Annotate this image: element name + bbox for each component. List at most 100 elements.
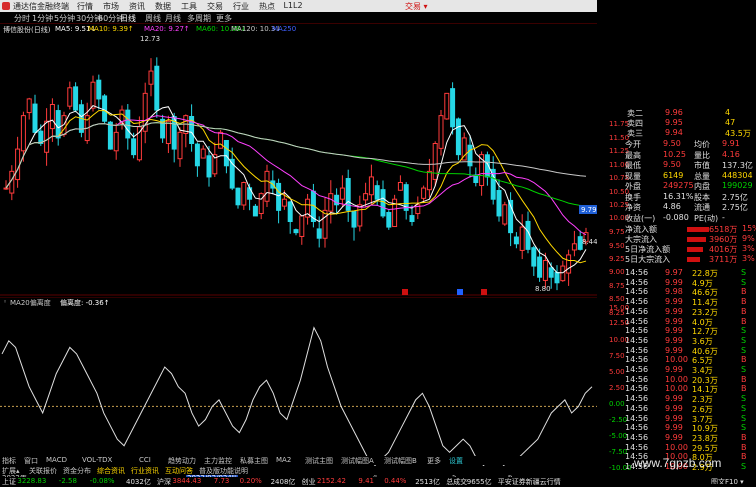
indicator-tab[interactable]: 指标 (2, 456, 16, 465)
candle (299, 215, 305, 245)
event-marker-icon[interactable] (457, 289, 463, 295)
candle (212, 142, 218, 178)
tick-price: 9.99 (665, 345, 683, 355)
tick-time: 14:56 (625, 403, 649, 413)
tick-price: 9.99 (665, 394, 683, 404)
tick-side: S (741, 394, 747, 404)
indicator-tab[interactable]: MA2 (276, 456, 291, 464)
stat-value: 9.91 (722, 139, 740, 148)
tick-time: 14:56 (625, 442, 649, 452)
stat-row: 换手 16.31% 股本 2.75亿 (597, 192, 756, 203)
candle (397, 175, 403, 191)
extension-tab[interactable]: 行业资讯 (131, 466, 159, 475)
tick-price: 10.00 (665, 442, 688, 452)
period-tab[interactable]: 更多 (216, 13, 232, 24)
extension-tab[interactable]: 扩展▴ (2, 466, 20, 475)
ask-volume: 43.5万 (725, 129, 751, 138)
oscillator-icon: ◦ (3, 298, 8, 306)
menu-item[interactable]: 数据 (150, 1, 176, 12)
tick-time: 14:56 (625, 316, 649, 326)
current-price-value: 9.79 (581, 206, 597, 214)
tick-side: B (741, 306, 747, 316)
tick-price: 9.99 (665, 413, 683, 423)
candle (519, 214, 525, 260)
indicator-tab[interactable]: 测试幅图A (341, 456, 374, 465)
price-marker-label: 8.44 (582, 238, 597, 246)
window-title: 通达信金融终端 (13, 2, 69, 11)
menu-item[interactable]: 市场 (98, 1, 124, 12)
extension-tab[interactable]: 综合资讯 (97, 466, 125, 475)
period-tab[interactable]: 分时 (14, 13, 30, 24)
menu-item[interactable]: 行业 (228, 1, 254, 12)
candle (554, 265, 560, 291)
candle (32, 94, 38, 135)
indicator-tab[interactable]: 设置 (449, 456, 463, 465)
menu-item[interactable]: L1L2 (280, 1, 306, 12)
menu-item[interactable]: 工具 (176, 1, 202, 12)
app-logo-icon (2, 2, 10, 10)
indicator-tab[interactable]: 更多 (427, 456, 441, 465)
extension-tab[interactable]: 资金分布 (63, 466, 91, 475)
period-tab[interactable]: 周线 (145, 13, 161, 24)
indicator-tab[interactable]: MACD (46, 456, 67, 464)
flow-row[interactable]: 5日大宗流入 3711万 3% (597, 254, 756, 265)
period-tab[interactable]: 1分钟 (32, 13, 53, 24)
extension-tab[interactable]: 关联报价 (29, 466, 57, 475)
candle (276, 178, 282, 224)
flow-label: 5日大宗流入 (625, 255, 671, 264)
candle (160, 114, 166, 143)
event-marker-icon[interactable] (481, 289, 487, 295)
extension-tab[interactable]: 普及版功能说明 (199, 466, 248, 475)
indicator-tab[interactable]: 窗口 (24, 456, 38, 465)
stat-label: 净资 (625, 203, 641, 212)
tick-price: 10.00 (665, 355, 688, 365)
candle (15, 136, 21, 188)
tick-price: 9.99 (665, 403, 683, 413)
period-tab[interactable]: 月线 (165, 13, 181, 24)
stat-value: 6149 (663, 170, 684, 180)
indicator-tab[interactable]: CCI (139, 456, 151, 464)
candle (363, 182, 369, 207)
tick-side: B (741, 432, 747, 442)
ask-row[interactable]: 卖三 9.94 43.5万 (597, 128, 756, 139)
ask-price: 9.95 (665, 118, 683, 127)
status-item: 沪深 (157, 478, 171, 486)
indicator-tab[interactable]: 趋势动力 (168, 456, 196, 465)
period-bar: 分时 1分钟 5分钟 30分钟 60分钟 日线 周线 月线 多周期 更多 (0, 12, 597, 24)
stat-row: 最高 10.25 量比 4.16 (597, 150, 756, 161)
indicator-tab[interactable]: 测试幅图B (384, 456, 417, 465)
indicator-tab[interactable]: VOL-TDX (82, 456, 112, 464)
deviation-oscillator[interactable] (0, 297, 597, 474)
tick-price: 9.99 (665, 326, 683, 336)
stat-label: 股本 (694, 192, 710, 202)
tick-side: S (741, 277, 747, 287)
indicator-tab[interactable]: 私募主图 (240, 456, 268, 465)
candle (84, 102, 90, 144)
candle (455, 117, 461, 161)
menu-item[interactable]: 资讯 (124, 1, 150, 12)
period-tab[interactable]: 5分钟 (54, 13, 75, 24)
period-tab[interactable]: 多周期 (187, 13, 211, 24)
menu-item[interactable]: 交易 (202, 1, 228, 12)
status-item: 总成交 (446, 478, 468, 486)
candle (194, 142, 200, 177)
extension-tab-row: 扩展▴ 关联报价 资金分布 综合资讯 行业资讯 互动问答 普及版功能说明 (0, 466, 597, 475)
menu-item[interactable]: 热点 (254, 1, 280, 12)
trade-menu[interactable]: 交易 ▾ (405, 1, 428, 12)
stat-label: 外盘 (625, 182, 641, 191)
candle (67, 81, 73, 110)
period-tab[interactable]: 日线 (120, 13, 136, 24)
indicator-tab[interactable]: 测试主图 (305, 456, 333, 465)
stat-value: 2.75亿 (722, 203, 748, 212)
event-marker-icon[interactable] (402, 289, 408, 295)
status-item: 3228.83 (17, 477, 47, 485)
extension-tab[interactable]: 互动问答 (165, 466, 193, 475)
tick-price: 9.99 (665, 423, 683, 433)
candle (403, 182, 409, 220)
indicator-tab[interactable]: 主力监控 (204, 456, 232, 465)
candle (571, 230, 577, 257)
candlestick-chart[interactable]: 12.73 8.80 8.44 9.79 (0, 34, 597, 296)
menu-item[interactable]: 行情 (72, 1, 98, 12)
tick-side: B (741, 374, 747, 384)
main-menu: 行情 市场 资讯 数据 工具 交易 行业 热点 L1L2 (72, 1, 306, 12)
